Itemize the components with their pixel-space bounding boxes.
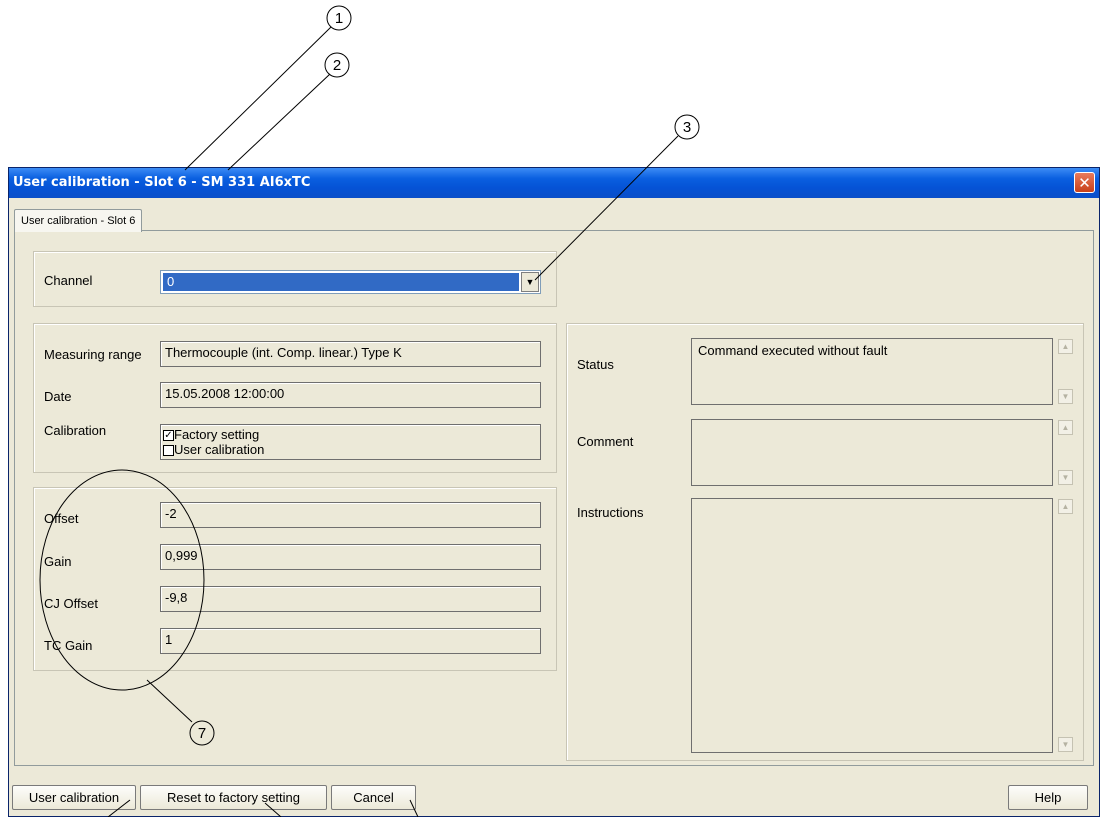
window-title: User calibration - Slot 6 - SM 331 AI6xT…	[13, 175, 311, 190]
comment-textarea[interactable]: ▲ ▼	[691, 419, 1073, 486]
date-field: 15.05.2008 12:00:00	[160, 382, 541, 408]
measuring-range-label: Measuring range	[44, 347, 142, 362]
factory-setting-checkbox[interactable]: ✓	[163, 430, 174, 442]
gain-label: Gain	[44, 554, 72, 569]
comment-scrollbar[interactable]: ▲ ▼	[1058, 420, 1074, 485]
title-bar[interactable]: User calibration - Slot 6 - SM 331 AI6xT…	[9, 168, 1099, 198]
status-label: Status	[577, 357, 614, 372]
channel-group: Channel 0 ▼	[33, 251, 557, 307]
close-icon: ✕	[1078, 174, 1091, 192]
scroll-down-icon[interactable]: ▼	[1058, 737, 1073, 752]
cj-offset-label: CJ Offset	[44, 596, 98, 611]
user-calibration-button[interactable]: User calibration	[12, 785, 136, 810]
factory-setting-label: Factory setting	[174, 427, 260, 442]
instructions-textarea: ▲ ▼	[691, 498, 1073, 753]
scroll-up-icon[interactable]: ▲	[1058, 499, 1073, 514]
calibration-options: ✓Factory setting User calibration	[160, 424, 541, 460]
callout-1: 1	[335, 10, 343, 27]
channel-selected-value: 0	[163, 273, 519, 291]
status-textarea: Command executed without fault ▲ ▼	[691, 338, 1073, 405]
parameters-group: Offset -2 Gain 0,999 CJ Offset -9,8 TC G…	[33, 487, 557, 671]
tab-user-calibration[interactable]: User calibration - Slot 6	[14, 209, 143, 232]
calibration-dialog: User calibration - Slot 6 - SM 331 AI6xT…	[8, 167, 1100, 817]
status-group: Status Command executed without fault ▲ …	[566, 323, 1084, 761]
channel-select[interactable]: 0 ▼	[160, 270, 541, 294]
comment-label: Comment	[577, 434, 634, 449]
calibration-label: Calibration	[44, 423, 107, 438]
callout-2: 2	[333, 57, 341, 74]
cancel-button[interactable]: Cancel	[331, 785, 416, 810]
close-button[interactable]: ✕	[1074, 172, 1095, 193]
status-text: Command executed without fault	[698, 343, 888, 358]
chevron-down-icon[interactable]: ▼	[521, 272, 539, 292]
factory-setting-option[interactable]: ✓Factory setting	[163, 427, 538, 442]
instructions-scrollbar[interactable]: ▲ ▼	[1058, 499, 1074, 752]
cj-offset-field[interactable]: -9,8	[160, 586, 541, 612]
instructions-label: Instructions	[577, 505, 644, 520]
user-calibration-option[interactable]: User calibration	[163, 442, 538, 457]
channel-label: Channel	[44, 273, 93, 288]
date-label: Date	[44, 389, 72, 404]
measuring-range-field: Thermocouple (int. Comp. linear.) Type K	[160, 341, 541, 367]
status-scrollbar[interactable]: ▲ ▼	[1058, 339, 1074, 404]
reset-factory-button[interactable]: Reset to factory setting	[140, 785, 327, 810]
offset-label: Offset	[44, 511, 79, 526]
scroll-up-icon[interactable]: ▲	[1058, 339, 1073, 354]
tc-gain-field[interactable]: 1	[160, 628, 541, 654]
user-calibration-checkbox[interactable]	[163, 445, 174, 457]
tc-gain-label: TC Gain	[44, 638, 93, 653]
scroll-down-icon[interactable]: ▼	[1058, 389, 1073, 404]
user-calibration-label: User calibration	[174, 442, 265, 457]
offset-field[interactable]: -2	[160, 502, 541, 528]
callout-3: 3	[683, 119, 691, 136]
scroll-down-icon[interactable]: ▼	[1058, 470, 1073, 485]
gain-field[interactable]: 0,999	[160, 544, 541, 570]
info-group: Measuring range Thermocouple (int. Comp.…	[33, 323, 557, 473]
scroll-up-icon[interactable]: ▲	[1058, 420, 1073, 435]
tab-panel: Channel 0 ▼ Measuring range Thermocouple…	[14, 230, 1094, 766]
checkmark-icon: ✓	[164, 430, 173, 442]
help-button[interactable]: Help	[1008, 785, 1088, 810]
